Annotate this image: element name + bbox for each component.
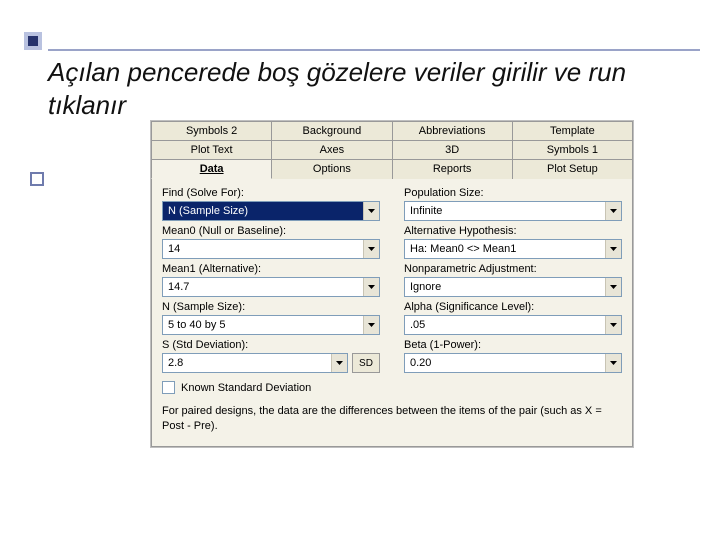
chevron-down-icon[interactable] [331,354,347,372]
tab-data[interactable]: Data [151,159,272,179]
tab-3d[interactable]: 3D [393,140,513,159]
label-sd: S (Std Deviation): [162,339,380,351]
combo-sd[interactable]: 2.8 [162,353,348,373]
value-beta: 0.20 [405,354,605,372]
value-mean1: 14.7 [163,278,363,296]
chevron-down-icon[interactable] [363,240,379,258]
label-mean0: Mean0 (Null or Baseline): [162,225,380,237]
chevron-down-icon[interactable] [363,316,379,334]
settings-panel: Symbols 2 Background Abbreviations Templ… [150,120,634,448]
chevron-down-icon[interactable] [605,202,621,220]
sd-button[interactable]: SD [352,353,380,373]
chevron-down-icon[interactable] [605,316,621,334]
tab-symbols2[interactable]: Symbols 2 [151,121,272,140]
chevron-down-icon[interactable] [605,240,621,258]
combo-nonparam[interactable]: Ignore [404,277,622,297]
field-alpha: Alpha (Significance Level): .05 [404,301,622,335]
value-n: 5 to 40 by 5 [163,316,363,334]
chevron-down-icon[interactable] [605,278,621,296]
title-accent-square [24,32,42,50]
label-n: N (Sample Size): [162,301,380,313]
bullet-square [30,172,44,186]
tab-row-1: Symbols 2 Background Abbreviations Templ… [151,121,633,140]
label-nonparam: Nonparametric Adjustment: [404,263,622,275]
value-alpha: .05 [405,316,605,334]
tab-plot-text[interactable]: Plot Text [151,140,272,159]
checkbox-known-sd[interactable] [162,381,175,394]
field-find: Find (Solve For): N (Sample Size) [162,187,380,221]
field-nonparam: Nonparametric Adjustment: Ignore [404,263,622,297]
value-find: N (Sample Size) [163,202,363,220]
tab-reports[interactable]: Reports [393,159,513,179]
combo-find[interactable]: N (Sample Size) [162,201,380,221]
value-popsize: Infinite [405,202,605,220]
field-beta: Beta (1-Power): 0.20 [404,339,622,373]
tab-options[interactable]: Options [272,159,392,179]
tab-abbreviations[interactable]: Abbreviations [393,121,513,140]
slide-title: Açılan pencerede boş gözelere veriler gi… [48,56,690,121]
paired-design-note: For paired designs, the data are the dif… [162,404,622,434]
checkbox-known-sd-label: Known Standard Deviation [181,382,311,394]
value-sd: 2.8 [163,354,331,372]
tab-symbols1[interactable]: Symbols 1 [513,140,633,159]
combo-beta[interactable]: 0.20 [404,353,622,373]
checkbox-known-sd-row[interactable]: Known Standard Deviation [162,381,622,394]
tab-template[interactable]: Template [513,121,633,140]
label-alpha: Alpha (Significance Level): [404,301,622,313]
value-nonparam: Ignore [405,278,605,296]
field-mean1: Mean1 (Alternative): 14.7 [162,263,380,297]
field-mean0: Mean0 (Null or Baseline): 14 [162,225,380,259]
field-popsize: Population Size: Infinite [404,187,622,221]
combo-popsize[interactable]: Infinite [404,201,622,221]
value-mean0: 14 [163,240,363,258]
title-rule [48,49,700,51]
tab-plot-setup[interactable]: Plot Setup [513,159,633,179]
tab-axes[interactable]: Axes [272,140,392,159]
combo-althyp[interactable]: Ha: Mean0 <> Mean1 [404,239,622,259]
tab-row-3: Data Options Reports Plot Setup [151,159,633,179]
chevron-down-icon[interactable] [363,278,379,296]
combo-mean1[interactable]: 14.7 [162,277,380,297]
label-popsize: Population Size: [404,187,622,199]
label-mean1: Mean1 (Alternative): [162,263,380,275]
field-althyp: Alternative Hypothesis: Ha: Mean0 <> Mea… [404,225,622,259]
form-area: Find (Solve For): N (Sample Size) Popula… [151,179,633,447]
field-sd: S (Std Deviation): 2.8 SD [162,339,380,373]
combo-mean0[interactable]: 14 [162,239,380,259]
label-althyp: Alternative Hypothesis: [404,225,622,237]
field-n: N (Sample Size): 5 to 40 by 5 [162,301,380,335]
tab-row-2: Plot Text Axes 3D Symbols 1 [151,140,633,159]
label-find: Find (Solve For): [162,187,380,199]
combo-alpha[interactable]: .05 [404,315,622,335]
label-beta: Beta (1-Power): [404,339,622,351]
chevron-down-icon[interactable] [605,354,621,372]
combo-n[interactable]: 5 to 40 by 5 [162,315,380,335]
value-althyp: Ha: Mean0 <> Mean1 [405,240,605,258]
chevron-down-icon[interactable] [363,202,379,220]
tab-background[interactable]: Background [272,121,392,140]
